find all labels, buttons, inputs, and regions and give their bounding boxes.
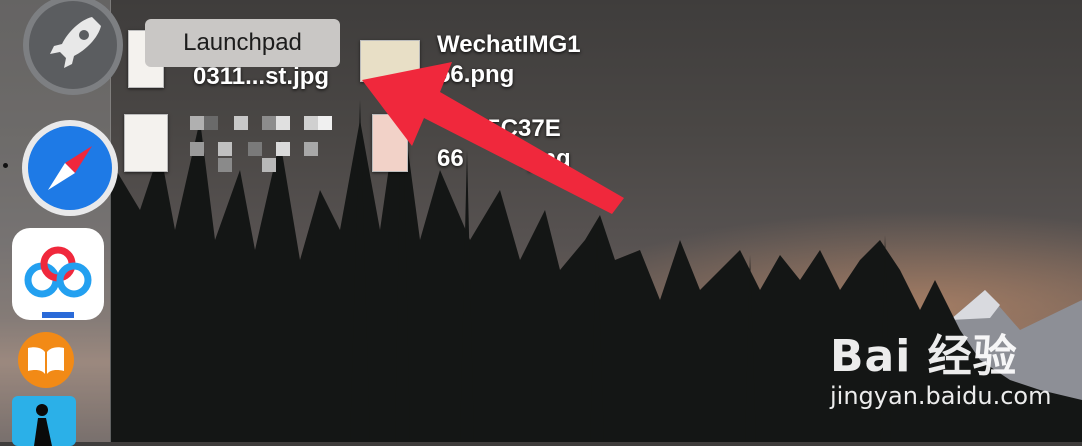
watermark-brand: Bai 经验 bbox=[830, 331, 1018, 382]
baidu-watermark: Bai 经验 jingyan.baidu.com bbox=[830, 320, 1051, 410]
watermark-url: jingyan.baidu.com bbox=[830, 382, 1052, 410]
